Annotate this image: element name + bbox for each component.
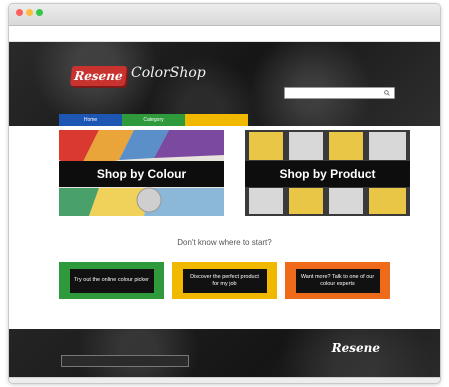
colour-picker-cta[interactable]: Try out the online colour picker [59,262,164,299]
nav-tab-home[interactable]: Home [59,114,122,126]
shop-by-colour-label: Shop by Colour [96,167,187,181]
start-prompt: Don't know where to start? [177,238,272,247]
site-header: Resene ColorShop Home Category [9,42,440,126]
bookmarks-bar[interactable] [109,18,340,23]
cta-label: Discover the perfect product for my job [182,268,267,293]
close-window-button[interactable] [16,9,23,16]
shop-by-product-tile[interactable]: Shop by Product [245,130,410,216]
logo-text: Resene [73,69,124,83]
resene-logo[interactable]: Resene [69,66,128,86]
shop-by-product-label: Shop by Product [279,167,376,181]
title-bar [9,4,440,26]
utility-bar [9,26,440,42]
shop-by-colour-tile[interactable]: Shop by Colour [59,130,224,216]
product-finder-cta[interactable]: Discover the perfect product for my job [172,262,277,299]
status-bar [9,377,440,383]
web-page: Resene ColorShop Home Category Shop by C… [9,26,440,379]
cta-label: Try out the online colour picker [69,268,154,293]
colour-experts-cta[interactable]: Want more? Talk to one of our colour exp… [285,262,390,299]
hero-band: Shop by Colour [59,161,224,187]
nav-tab-products[interactable] [185,114,248,126]
search-input[interactable] [284,87,395,99]
hero-band: Shop by Product [245,161,410,187]
browser-window: Resene ColorShop Home Category Shop by C… [8,3,441,384]
search-icon[interactable] [384,90,390,96]
site-footer: Resene [9,329,440,379]
colorshop-wordmark: ColorShop [131,65,206,81]
maximize-window-button[interactable] [36,9,43,16]
footer-logo[interactable]: Resene [332,341,380,355]
main-nav: Home Category [59,114,248,126]
minimize-window-button[interactable] [26,9,33,16]
newsletter-button[interactable] [61,355,189,367]
nav-tab-category[interactable]: Category [122,114,185,126]
cta-label: Want more? Talk to one of our colour exp… [295,268,380,293]
